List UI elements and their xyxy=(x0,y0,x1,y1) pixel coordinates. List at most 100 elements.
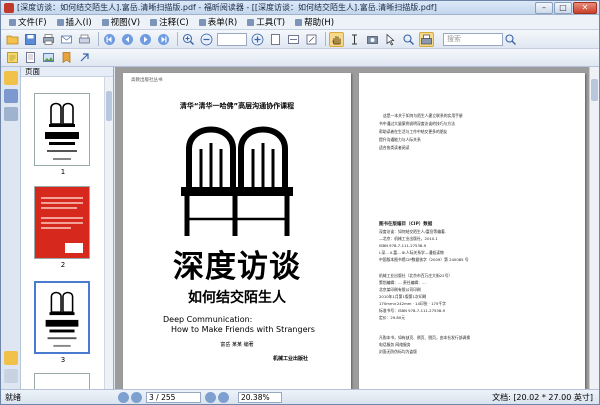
actual-size-button[interactable] xyxy=(304,32,319,47)
thumbnail-page-2[interactable] xyxy=(34,186,90,259)
fit-width-button[interactable] xyxy=(286,32,301,47)
typewriter-button[interactable] xyxy=(419,31,434,47)
menu-comment[interactable]: 注释(C) xyxy=(145,15,194,29)
first-page-button[interactable] xyxy=(102,32,117,47)
menu-form[interactable]: 表单(R) xyxy=(194,15,243,29)
secondary-toolbar xyxy=(1,49,599,67)
menu-view[interactable]: 视图(V) xyxy=(97,15,145,29)
open-file-button[interactable] xyxy=(5,32,20,47)
cover-top-line: 清华“清华一哈佛”高层沟通协作课程 xyxy=(179,102,295,110)
select-tool-button[interactable] xyxy=(383,32,398,47)
thumbnail-page-number: 3 xyxy=(60,356,66,364)
bookmarks-panel-icon[interactable] xyxy=(4,71,18,85)
thumbnail-page-number: 2 xyxy=(60,261,66,269)
search-input[interactable]: 搜索 xyxy=(443,32,503,46)
zoom-out-icon xyxy=(200,33,213,45)
publisher-line: 170mm×242mm · 14印张 · 175千字 xyxy=(379,301,446,306)
layers-panel-icon[interactable] xyxy=(4,107,18,121)
arrow-left-icon xyxy=(122,33,133,45)
printer-icon xyxy=(43,33,54,45)
folder-open-icon xyxy=(6,35,19,44)
hand-tool-button[interactable] xyxy=(329,31,344,47)
status-prev-page-button[interactable] xyxy=(131,391,142,403)
prev-page-button[interactable] xyxy=(120,32,135,47)
thumbnail-page-1[interactable] xyxy=(34,93,90,166)
pdf-page-cover: 高教出版社丛书 清华“清华一哈佛”高层沟通协作课程 深度访谈 如何结交陌生人 D… xyxy=(123,73,351,389)
attachments-panel-icon[interactable] xyxy=(4,369,18,383)
publisher-line: 2010年1月第1版第1次印刷 xyxy=(379,294,427,299)
tools-menu-icon xyxy=(247,18,255,26)
zoom-in-plus-button[interactable] xyxy=(250,32,265,47)
menu-help[interactable]: 帮助(H) xyxy=(290,15,339,29)
status-bar: 就绪 3 / 255 20.38% 文档: [20.02 * 27.00 英寸] xyxy=(1,389,599,404)
find-icon xyxy=(403,33,414,45)
save-icon xyxy=(25,33,36,45)
page-number-input[interactable]: 3 / 255 xyxy=(146,391,201,403)
pointer-tool-button[interactable] xyxy=(77,50,92,65)
close-button[interactable]: ✕ xyxy=(573,1,597,14)
image-icon xyxy=(43,53,54,62)
intro-line: 提升沟通能力与人际关系 xyxy=(379,137,421,142)
footer-line: 凡购本书，如有缺页、倒页、脱页，由本社发行部调换 xyxy=(379,335,471,340)
status-last-page-button[interactable] xyxy=(218,391,229,403)
save-button[interactable] xyxy=(23,32,38,47)
cover-english-line-2: How to Make Friends with Strangers xyxy=(171,325,315,334)
publisher-line: 标准书号：ISBN 978-7-111-27538-9 xyxy=(379,308,446,313)
cover-title: 深度访谈 xyxy=(173,249,301,285)
zoom-out-button[interactable] xyxy=(199,32,214,47)
cip-line: —北京：机械工业出版社，2010.1 xyxy=(379,236,438,241)
document-scroll-thumb[interactable] xyxy=(591,79,598,101)
thumbnail-scrollbar[interactable] xyxy=(104,77,113,389)
status-first-page-button[interactable] xyxy=(118,391,129,403)
next-page-button[interactable] xyxy=(138,32,153,47)
select-text-button[interactable] xyxy=(347,32,362,47)
scanner-icon xyxy=(79,34,90,43)
cursor-arrow-icon xyxy=(386,33,395,45)
scan-button[interactable] xyxy=(77,32,92,47)
zoom-in-button[interactable] xyxy=(181,32,196,47)
email-button[interactable] xyxy=(59,32,74,47)
publisher-line: 策划编辑：… 责任编辑：… xyxy=(379,280,426,285)
note-icon xyxy=(7,52,18,63)
find-button[interactable] xyxy=(401,32,416,47)
snapshot-button[interactable] xyxy=(365,32,380,47)
main-toolbar: 搜索 xyxy=(1,30,599,49)
document-view[interactable]: 高教出版社丛书 清华“清华一哈佛”高层沟通协作课程 深度访谈 如何结交陌生人 D… xyxy=(115,67,589,389)
intro-line: 适合各类读者阅读 xyxy=(379,145,410,150)
document-properties-button[interactable] xyxy=(23,50,38,65)
menu-insert[interactable]: 插入(I) xyxy=(52,15,97,29)
pages-panel-icon[interactable] xyxy=(4,89,18,103)
chairs-illustration-icon xyxy=(181,126,293,236)
thumbnail-page-number: 1 xyxy=(60,168,66,176)
cover-english-line-1: Deep Communication: xyxy=(163,315,253,324)
minimize-button[interactable]: – xyxy=(535,1,553,14)
menu-tools[interactable]: 工具(T) xyxy=(242,15,290,29)
document-scrollbar[interactable] xyxy=(589,67,599,389)
thumbnail-page-3[interactable] xyxy=(34,281,90,354)
footer-line: 电话服务 网络服务 xyxy=(379,342,411,347)
comment-tool-button[interactable] xyxy=(5,50,20,65)
window-title: [深度访谈：如何结交陌生人].富岳.清晰扫描版.pdf - 福昕阅读器 - [[… xyxy=(17,3,437,12)
pdf-page-copyright: 这是一本关于如何与陌生人建立联系的实用手册 书中通过大量案例说明深度访谈的技巧与… xyxy=(359,73,585,389)
search-go-button[interactable] xyxy=(503,32,518,47)
thumbnail-page-4[interactable] xyxy=(34,373,90,389)
arrow-up-right-icon xyxy=(80,53,89,62)
document-icon xyxy=(26,52,35,63)
maximize-button[interactable]: □ xyxy=(554,1,572,14)
fit-page-button[interactable] xyxy=(268,32,283,47)
status-next-page-button[interactable] xyxy=(205,391,216,403)
zoom-level-input[interactable]: 20.38% xyxy=(238,391,282,403)
comments-panel-icon[interactable] xyxy=(4,351,18,365)
zoom-dropdown[interactable] xyxy=(217,32,247,46)
thumbnail-scroll-thumb[interactable] xyxy=(106,91,112,121)
extract-image-button[interactable] xyxy=(41,50,56,65)
print-button[interactable] xyxy=(41,32,56,47)
menu-file[interactable]: 文件(F) xyxy=(4,15,52,29)
app-logo-icon xyxy=(4,2,14,13)
comment-menu-icon xyxy=(150,18,158,26)
bookmark-tool-button[interactable] xyxy=(59,50,74,65)
footer-line: 封面无防伪标均为盗版 xyxy=(379,349,417,354)
last-page-button[interactable] xyxy=(156,32,171,47)
intro-line: 书中通过大量案例说明深度访谈的技巧与方法 xyxy=(379,121,455,126)
cip-title: 图书在版编目（CIP）数据 xyxy=(379,222,433,227)
